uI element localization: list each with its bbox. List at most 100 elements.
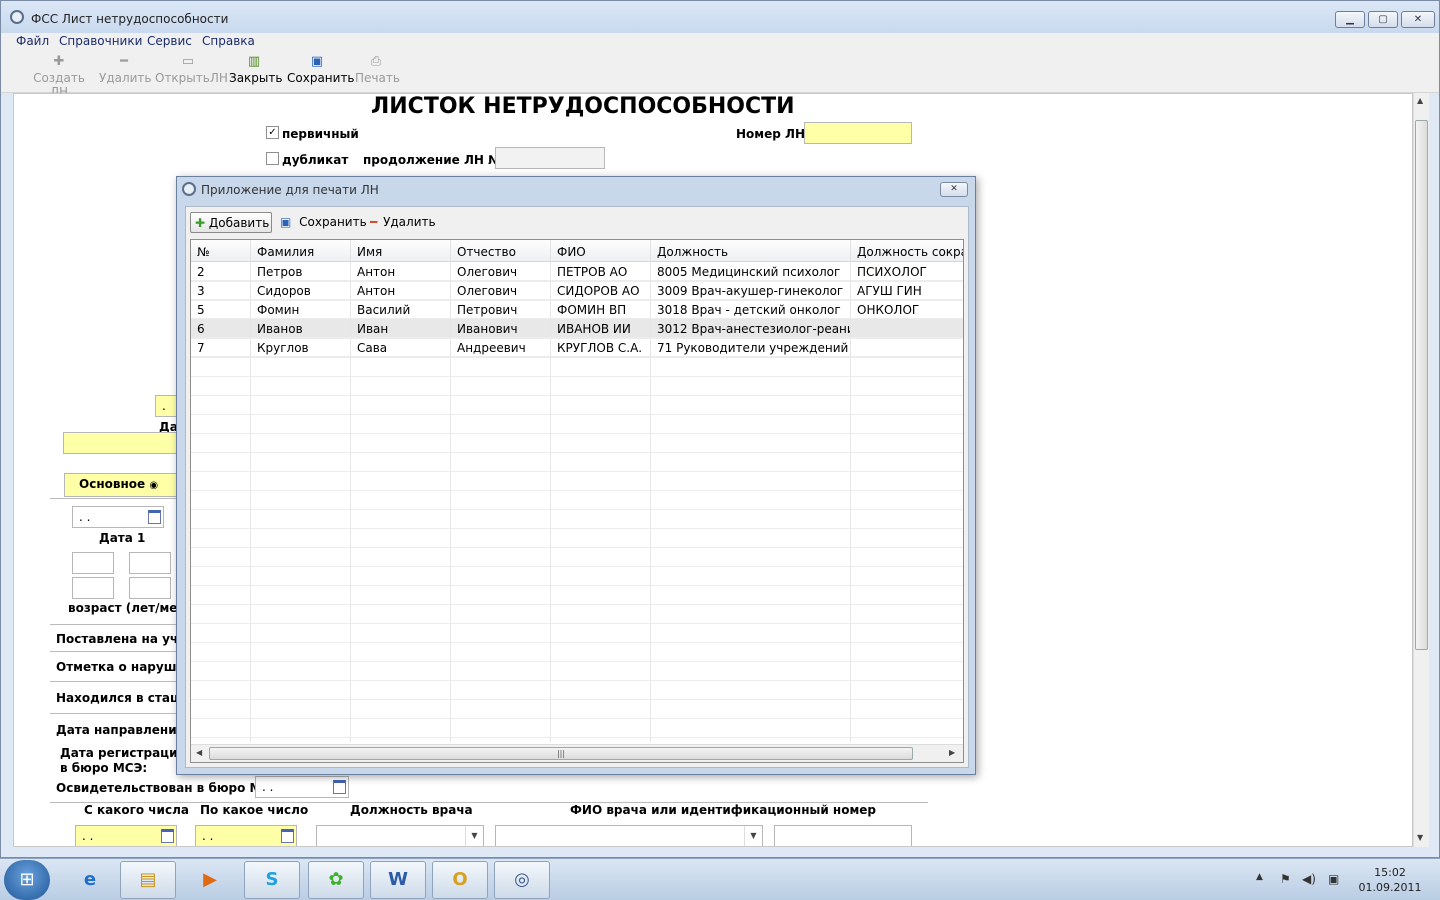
grid-cell-number[interactable]: 6 — [191, 319, 251, 338]
delete-button[interactable]: ━ Удалить — [99, 51, 152, 91]
ie-icon[interactable]: e — [62, 861, 118, 899]
flag-icon[interactable]: ⚑ — [1280, 872, 1291, 886]
tray-expand-icon[interactable]: ▲ — [1256, 872, 1263, 882]
save-button[interactable]: ▣ Сохранить — [287, 51, 355, 91]
grid-cell-name[interactable]: Антон — [351, 262, 451, 281]
yellow-field[interactable] — [63, 432, 183, 454]
grid-cell-surname[interactable]: Иванов — [251, 319, 351, 338]
grid-cell-surname[interactable]: Петров — [251, 262, 351, 281]
grid-cell-position[interactable]: 3009 Врач-акушер-гинеколог — [651, 281, 851, 300]
menu-file[interactable]: Файл — [16, 34, 49, 48]
scroll-left-icon[interactable]: ◀ — [196, 748, 202, 757]
grid-cell-position[interactable]: 8005 Медицинский психолог — [651, 262, 851, 281]
calendar-icon[interactable] — [281, 829, 294, 843]
grid-cell-surname[interactable]: Фомин — [251, 300, 351, 319]
volume-icon[interactable]: ◀) — [1302, 872, 1316, 886]
grid-cell-number[interactable]: 3 — [191, 281, 251, 300]
grid-cell-position[interactable]: 71 Руководители учреждений — [651, 338, 851, 357]
grid-cell-name[interactable]: Иван — [351, 319, 451, 338]
calendar-icon[interactable] — [333, 780, 346, 794]
grid-cell-name[interactable]: Антон — [351, 281, 451, 300]
clock[interactable]: 15:02 01.09.2011 — [1350, 865, 1430, 895]
staff-grid[interactable]: № Фамилия Имя Отчество ФИО Должность Должность… — [190, 239, 964, 763]
number-input[interactable] — [804, 122, 912, 144]
age-years-input-2[interactable] — [72, 577, 114, 599]
grid-cell-fio[interactable]: КРУГЛОВ С.А. — [551, 338, 651, 357]
calendar-icon[interactable] — [148, 510, 161, 524]
scroll-thumb[interactable]: ||| — [209, 747, 913, 760]
open-ln-button[interactable]: ▭ ОткрытьЛН — [155, 51, 228, 91]
scroll-thumb[interactable] — [1415, 120, 1428, 650]
doctor-dropdown[interactable]: ▼ — [495, 825, 763, 846]
grid-cell-fio[interactable]: ИВАНОВ ИИ — [551, 319, 651, 338]
skype-icon[interactable]: S — [244, 861, 300, 899]
age-years-input[interactable] — [72, 552, 114, 574]
grid-cell-position[interactable]: 3012 Врач-анестезиолог-реани... — [651, 319, 851, 338]
grid-cell-position-short[interactable]: АГУШ ГИН — [851, 281, 963, 300]
grid-cell-patronymic[interactable]: Олегович — [451, 281, 551, 300]
print-button[interactable]: ⎙ Печать — [355, 51, 400, 91]
grid-cell-position-short[interactable] — [851, 319, 963, 338]
dialog-close-button[interactable]: ✕ — [940, 182, 968, 197]
column-header-name[interactable]: Имя — [351, 240, 451, 262]
date1-input[interactable]: . . — [72, 506, 164, 528]
vertical-scrollbar[interactable]: ▲ ▼ — [1413, 93, 1429, 847]
network-icon[interactable]: ▣ — [1328, 872, 1339, 886]
grid-cell-position-short[interactable]: ОНКОЛОГ — [851, 300, 963, 319]
outlook-icon[interactable]: O — [432, 861, 488, 899]
grid-cell-fio[interactable]: СИДОРОВ АО — [551, 281, 651, 300]
grid-cell-surname[interactable]: Круглов — [251, 338, 351, 357]
grid-cell-position-short[interactable]: ПСИХОЛОГ — [851, 262, 963, 281]
column-header-patronymic[interactable]: Отчество — [451, 240, 551, 262]
grid-cell-number[interactable]: 5 — [191, 300, 251, 319]
grid-cell-fio[interactable]: ПЕТРОВ АО — [551, 262, 651, 281]
menu-service[interactable]: Сервис — [147, 34, 192, 48]
position-dropdown[interactable]: ▼ — [316, 825, 484, 846]
grid-cell-patronymic[interactable]: Олегович — [451, 262, 551, 281]
grid-cell-name[interactable]: Сава — [351, 338, 451, 357]
grid-cell-position-short[interactable] — [851, 338, 963, 357]
media-player-icon[interactable]: ▶ — [182, 861, 238, 899]
fss-app-icon[interactable]: ◎ — [494, 861, 550, 899]
grid-cell-patronymic[interactable]: Иванович — [451, 319, 551, 338]
start-button[interactable]: ⊞ — [4, 860, 50, 900]
grid-cell-number[interactable]: 7 — [191, 338, 251, 357]
primary-checkbox[interactable]: ✓ — [266, 126, 279, 139]
calendar-icon[interactable] — [161, 829, 174, 843]
scroll-down-icon[interactable]: ▼ — [1417, 833, 1423, 842]
age-months-input[interactable] — [129, 552, 171, 574]
from-date-input[interactable]: . . — [75, 825, 177, 846]
examined-date-input[interactable]: . . — [255, 776, 349, 798]
grid-cell-number[interactable]: 2 — [191, 262, 251, 281]
dialog-save-button[interactable]: ▣ Сохранить — [276, 212, 371, 233]
doctor-id-input[interactable] — [774, 825, 912, 846]
word-icon[interactable]: W — [370, 861, 426, 899]
minimize-button[interactable]: ▁ — [1335, 11, 1365, 28]
continuation-input[interactable] — [495, 147, 605, 169]
dialog-delete-button[interactable]: ━ Удалить — [366, 212, 440, 233]
to-date-input[interactable]: . . — [195, 825, 297, 846]
column-header-position-short[interactable]: Должность сокращ — [851, 240, 963, 262]
column-header-fio[interactable]: ФИО — [551, 240, 651, 262]
column-header-surname[interactable]: Фамилия — [251, 240, 351, 262]
main-radio-group[interactable]: Основное ◉ — [64, 473, 180, 497]
column-header-position[interactable]: Должность — [651, 240, 851, 262]
grid-cell-patronymic[interactable]: Петрович — [451, 300, 551, 319]
grid-cell-patronymic[interactable]: Андреевич — [451, 338, 551, 357]
create-ln-button[interactable]: ✚ Создать ЛН — [25, 51, 93, 100]
grid-cell-name[interactable]: Василий — [351, 300, 451, 319]
explorer-icon[interactable]: ▤ — [120, 861, 176, 899]
grid-cell-fio[interactable]: ФОМИН ВП — [551, 300, 651, 319]
scroll-right-icon[interactable]: ▶ — [949, 748, 955, 757]
age-months-input-2[interactable] — [129, 577, 171, 599]
column-header-number[interactable]: № — [191, 240, 251, 262]
close-ln-button[interactable]: ▥ Закрыть — [229, 51, 282, 91]
grid-cell-position[interactable]: 3018 Врач - детский онколог — [651, 300, 851, 319]
icq-icon[interactable]: ✿ — [308, 861, 364, 899]
maximize-button[interactable]: ▢ — [1368, 11, 1398, 28]
scroll-up-icon[interactable]: ▲ — [1417, 96, 1423, 105]
menu-dictionaries[interactable]: Справочники — [59, 34, 142, 48]
grid-cell-surname[interactable]: Сидоров — [251, 281, 351, 300]
add-button[interactable]: ✚ Добавить — [190, 212, 272, 233]
duplicate-checkbox[interactable] — [266, 152, 279, 165]
